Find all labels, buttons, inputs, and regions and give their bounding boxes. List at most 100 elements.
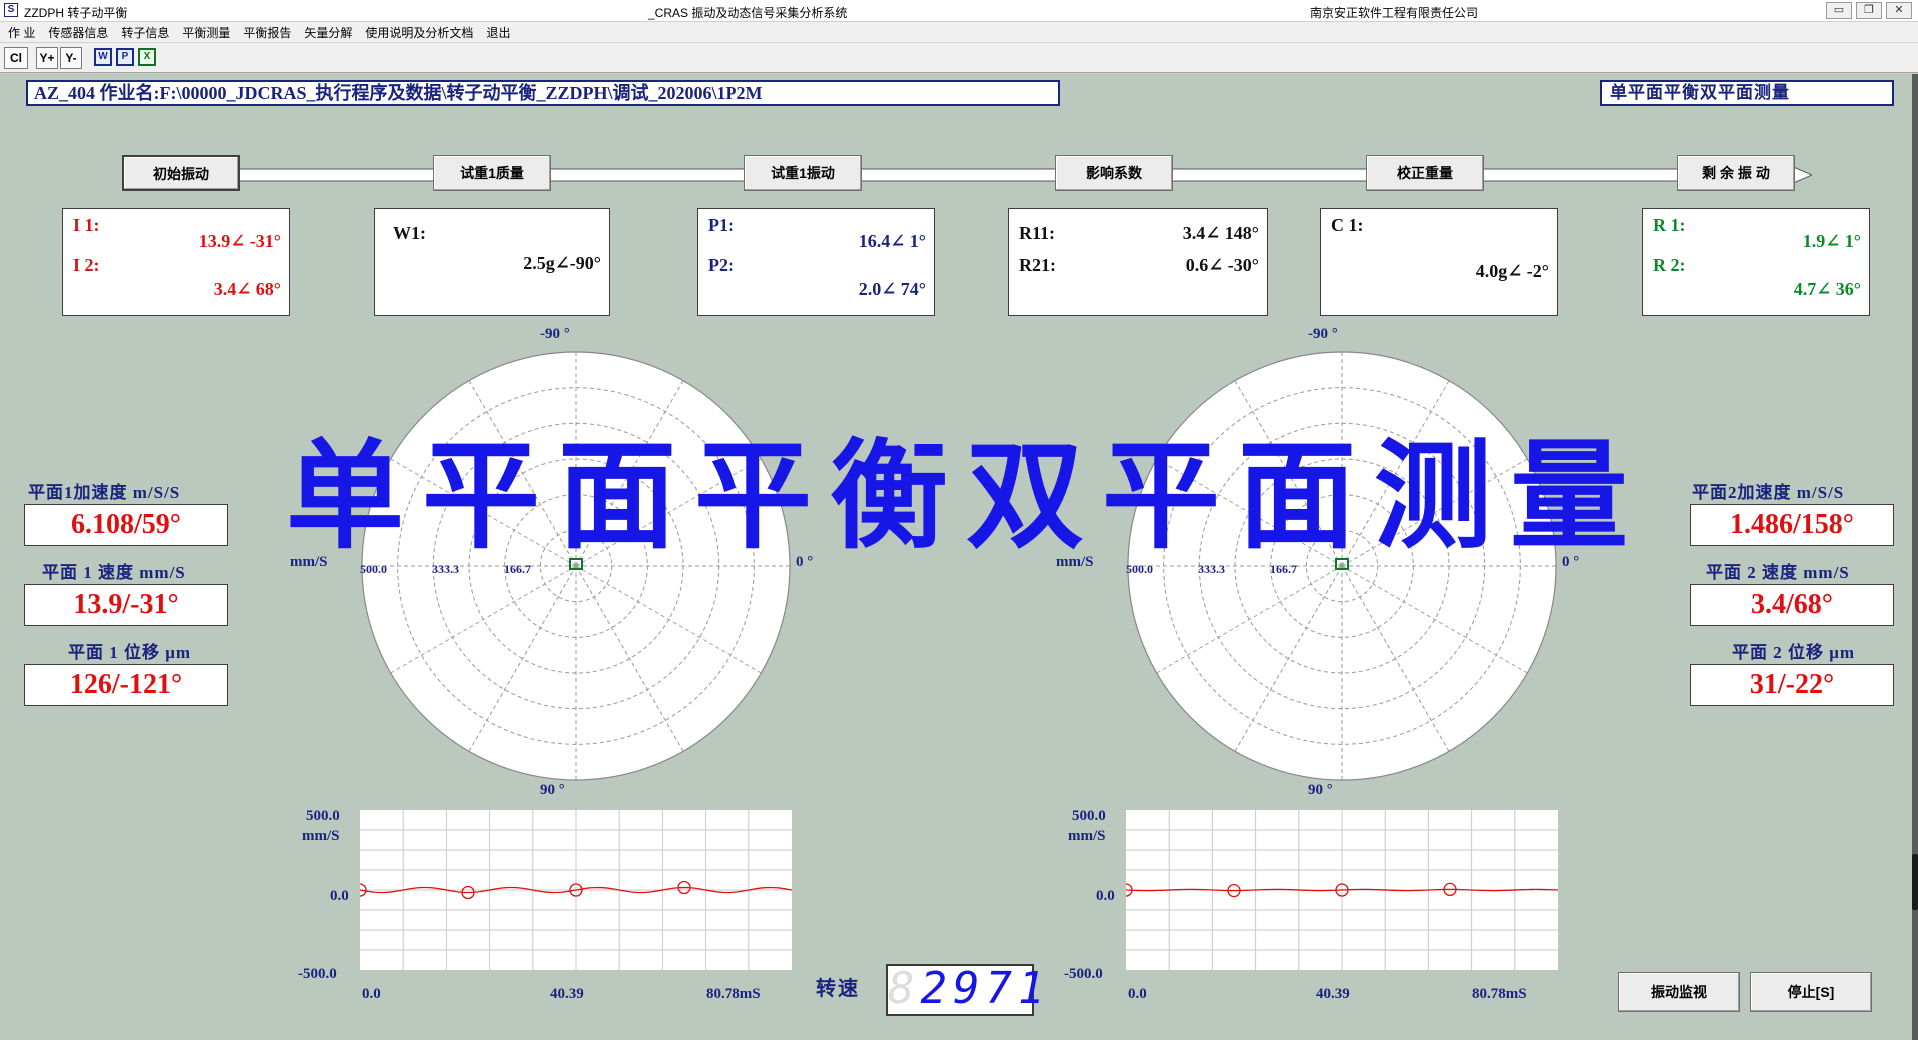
wave1-x-start: 0.0 <box>362 986 381 1002</box>
polar1-r-tick-outer: 500.0 <box>360 562 387 576</box>
process-flow-arrow <box>122 162 1812 188</box>
initial-vibration-box: I 1: 13.9∠ -31° I 2: 3.4∠ 68° <box>62 208 290 316</box>
y-zoom-out-button[interactable]: Y- <box>60 47 82 69</box>
plane2-vel-value: 3.4/68° <box>1690 584 1894 626</box>
wave2-x-start: 0.0 <box>1128 986 1147 1002</box>
r1-value: 1.9∠ 1° <box>1802 231 1861 251</box>
plane1-acc-value: 6.108/59° <box>24 504 228 546</box>
speed-display: 82971 <box>886 963 1044 1016</box>
plane1-vel-label: 平面 1 速度 mm/S <box>42 563 186 582</box>
plane1-disp-label: 平面 1 位移 μm <box>68 643 192 662</box>
p2-value: 2.0∠ 74° <box>858 279 926 299</box>
i2-value: 3.4∠ 68° <box>213 279 281 299</box>
r1-label: R 1: <box>1653 215 1686 235</box>
menu-exit[interactable]: 退出 <box>486 24 510 41</box>
main-panel: AZ_404 作业名:F:\00000_JDCRAS_执行程序及数据\转子动平衡… <box>0 74 1918 1040</box>
i1-label: I 1: <box>73 215 100 235</box>
menu-bar: 作 业 传感器信息 转子信息 平衡测量 平衡报告 矢量分解 使用说明及分析文档 … <box>0 22 1918 42</box>
minimize-button[interactable]: ▭ <box>1826 2 1852 19</box>
app-window: S ZZDPH 转子动平衡 _CRAS 振动及动态信号采集分析系统 南京安正软件… <box>0 0 1918 1040</box>
speed-ghost-digit: 8 <box>888 963 921 1014</box>
window-title-right: 南京安正软件工程有限责任公司 <box>1310 6 1479 20</box>
trial-vibration-box: P1: 16.4∠ 1° P2: 2.0∠ 74° <box>697 208 935 316</box>
polar2-top-angle-label: -90 ° <box>1308 326 1338 342</box>
menu-sensor-info[interactable]: 传感器信息 <box>48 24 108 41</box>
step-trial-weight-button[interactable]: 试重1质量 <box>433 155 551 191</box>
w1-label: W1: <box>393 223 426 243</box>
vibration-monitor-button[interactable]: 振动监视 <box>1618 972 1740 1012</box>
wave1-x-end: 80.78mS <box>706 986 761 1002</box>
waveform-plane1 <box>360 810 792 970</box>
wave2-x-mid: 40.39 <box>1316 986 1350 1002</box>
i1-value: 13.9∠ -31° <box>198 231 281 251</box>
title-bar: S ZZDPH 转子动平衡 _CRAS 振动及动态信号采集分析系统 南京安正软件… <box>0 0 1918 22</box>
polar2-unit-label: mm/S <box>1056 554 1094 570</box>
menu-rotor-info[interactable]: 转子信息 <box>121 24 169 41</box>
wave2-y-bottom: -500.0 <box>1064 966 1103 982</box>
trial-weight-box: W1: 2.5g∠-90° <box>374 208 610 316</box>
clear-button[interactable]: Cl <box>4 47 28 69</box>
window-title-center: _CRAS 振动及动态信号采集分析系统 <box>648 6 848 20</box>
print-icon[interactable]: P <box>116 48 134 66</box>
plane2-acc-value: 1.486/158° <box>1690 504 1894 546</box>
correction-weight-box: C 1: 4.0g∠ -2° <box>1320 208 1558 316</box>
plane1-disp-value: 126/-121° <box>24 664 228 706</box>
step-trial-vibration-button[interactable]: 试重1振动 <box>744 155 862 191</box>
r21-value: 0.6∠ -30° <box>1185 255 1259 275</box>
p1-value: 16.4∠ 1° <box>858 231 926 251</box>
window-title-left: ZZDPH 转子动平衡 <box>24 6 128 20</box>
menu-help-docs[interactable]: 使用说明及分析文档 <box>365 24 473 41</box>
speed-label: 转速 <box>816 978 860 1000</box>
plane2-vel-label: 平面 2 速度 mm/S <box>1706 563 1850 582</box>
word-export-icon[interactable]: W <box>94 48 112 66</box>
polar2-r-tick-inner: 166.7 <box>1270 562 1297 576</box>
menu-job[interactable]: 作 业 <box>8 24 35 41</box>
app-icon: S <box>4 3 18 17</box>
wave1-y-unit: mm/S <box>302 828 340 844</box>
w1-value: 2.5g∠-90° <box>523 253 601 273</box>
polar1-right-angle-label: 0 ° <box>796 554 814 570</box>
polar-plot-plane1 <box>361 351 791 781</box>
c1-value: 4.0g∠ -2° <box>1475 261 1549 281</box>
speed-value: 2971 <box>920 963 1051 1014</box>
step-initial-vibration-button[interactable]: 初始振动 <box>122 155 240 191</box>
plane1-vel-value: 13.9/-31° <box>24 584 228 626</box>
r2-value: 4.7∠ 36° <box>1793 279 1861 299</box>
menu-vector-decompose[interactable]: 矢量分解 <box>304 24 352 41</box>
step-correction-weight-button[interactable]: 校正重量 <box>1366 155 1484 191</box>
plane2-disp-label: 平面 2 位移 μm <box>1732 643 1856 662</box>
p2-label: P2: <box>708 255 734 275</box>
step-influence-coef-button[interactable]: 影响系数 <box>1055 155 1173 191</box>
r21-label: R21: <box>1019 255 1056 275</box>
y-zoom-in-button[interactable]: Y+ <box>36 47 58 69</box>
wave2-y-top: 500.0 <box>1072 808 1106 824</box>
polar1-bottom-angle-label: 90 ° <box>540 782 565 798</box>
plane2-acc-label: 平面2加速度 m/S/S <box>1692 483 1845 502</box>
wave1-y-zero: 0.0 <box>330 888 349 904</box>
menu-balance-measure[interactable]: 平衡测量 <box>182 24 230 41</box>
residual-vibration-box: R 1: 1.9∠ 1° R 2: 4.7∠ 36° <box>1642 208 1870 316</box>
polar1-unit-label: mm/S <box>290 554 328 570</box>
waveform-plane2 <box>1126 810 1558 970</box>
r11-value: 3.4∠ 148° <box>1182 223 1259 243</box>
c1-label: C 1: <box>1331 215 1364 235</box>
plane2-disp-value: 31/-22° <box>1690 664 1894 706</box>
p1-label: P1: <box>708 215 734 235</box>
job-path: AZ_404 作业名:F:\00000_JDCRAS_执行程序及数据\转子动平衡… <box>26 80 1060 106</box>
excel-export-icon[interactable]: X <box>138 48 156 66</box>
wave2-y-unit: mm/S <box>1068 828 1106 844</box>
wave1-x-mid: 40.39 <box>550 986 584 1002</box>
restore-button[interactable]: ❐ <box>1856 2 1882 19</box>
mode-title-box: 单平面平衡双平面测量 <box>1600 80 1894 106</box>
r11-label: R11: <box>1019 223 1055 243</box>
polar1-top-angle-label: -90 ° <box>540 326 570 342</box>
polar2-r-tick-mid: 333.3 <box>1198 562 1225 576</box>
polar2-bottom-angle-label: 90 ° <box>1308 782 1333 798</box>
scroll-thumb[interactable] <box>1912 854 1918 910</box>
close-button[interactable]: ✕ <box>1886 2 1912 19</box>
step-residual-vibration-button[interactable]: 剩 余 振 动 <box>1677 155 1795 191</box>
menu-balance-report[interactable]: 平衡报告 <box>243 24 291 41</box>
wave2-x-end: 80.78mS <box>1472 986 1527 1002</box>
polar1-r-tick-inner: 166.7 <box>504 562 531 576</box>
stop-button[interactable]: 停止[S] <box>1750 972 1872 1012</box>
